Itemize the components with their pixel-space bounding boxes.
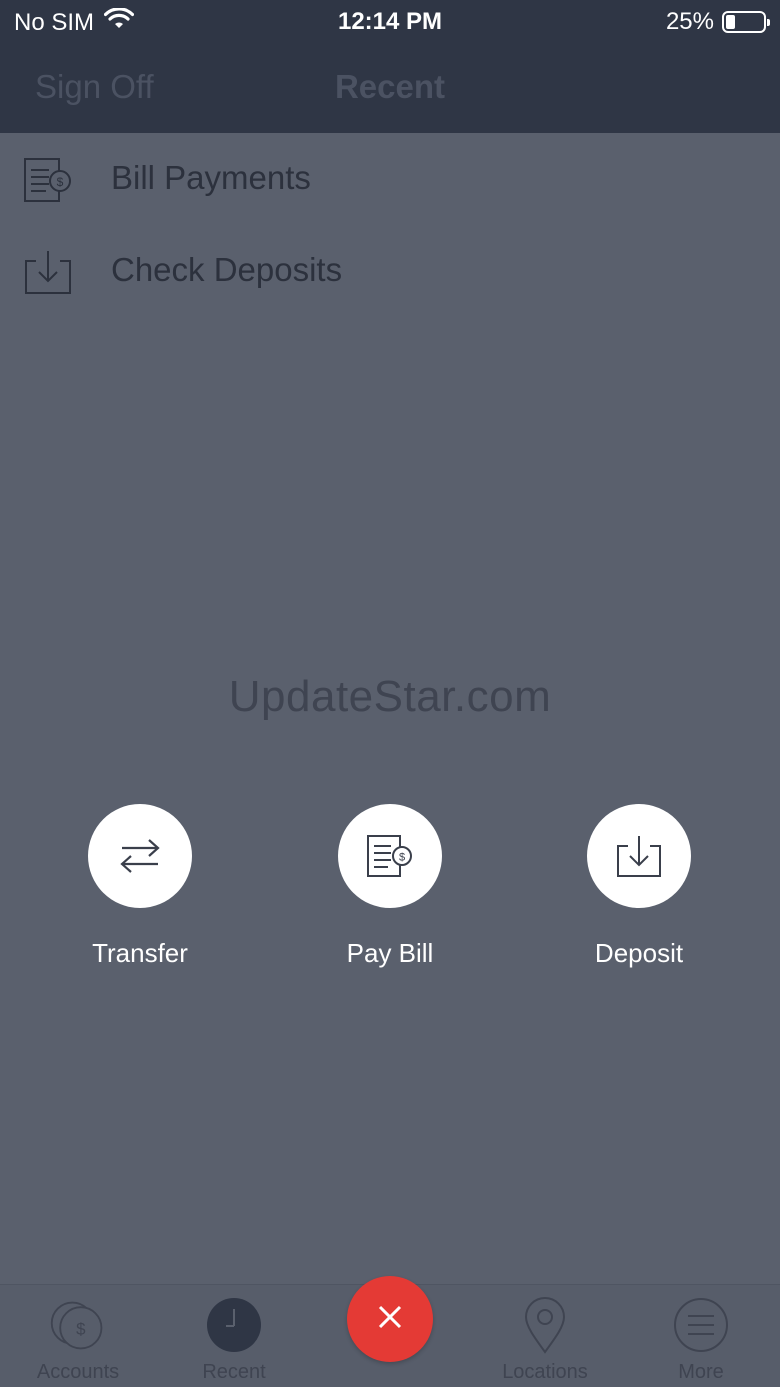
menu-icon [671,1295,731,1355]
deposit-label: Deposit [594,938,684,968]
pay-bill-button[interactable]: $ Pay Bill [310,804,470,969]
deposit-button[interactable]: Deposit [559,804,719,969]
watermark: UpdateStar.com [228,672,552,721]
battery-icon [722,11,770,33]
bill-icon: $ [338,804,442,908]
deposit-icon [587,804,691,908]
status-bar: No SIM 12:14 PM 25% [0,0,780,44]
tab-label: More [678,1361,724,1383]
transfer-button[interactable]: Transfer [60,804,220,969]
transfer-label: Transfer [92,938,188,968]
transfer-icon [88,804,192,908]
quick-actions: Transfer $ Pay Bill Deposit [0,804,780,984]
svg-text:$: $ [399,852,405,864]
battery-percent: 25% [665,8,714,35]
clock-icon [204,1295,264,1355]
bill-icon: $ [22,155,74,205]
list-item-label: Bill Payments [111,159,311,196]
tab-label: Recent [202,1361,266,1383]
accounts-icon: $ [48,1295,108,1355]
tab-accounts[interactable]: $ Accounts [0,1295,156,1384]
list-item-bill-payments[interactable]: $ Bill Payments [0,133,780,225]
close-icon [377,1304,403,1335]
page-title: Recent [334,68,446,105]
tab-label: Locations [502,1361,588,1383]
nav-header: Sign Off Recent [0,44,780,133]
deposit-icon [22,247,74,297]
tab-locations[interactable]: Locations [467,1295,623,1384]
status-time: 12:14 PM [337,8,443,35]
close-button[interactable] [347,1276,433,1362]
status-right: 25% [665,8,770,36]
list-item-check-deposits[interactable]: Check Deposits [0,225,780,317]
pay-bill-label: Pay Bill [346,938,434,968]
svg-text:$: $ [76,1319,86,1338]
tab-label: Accounts [36,1361,120,1383]
location-pin-icon [515,1295,575,1355]
recent-list: $ Bill Payments Check Deposits [0,133,780,317]
tab-recent[interactable]: Recent [156,1295,312,1384]
list-item-label: Check Deposits [111,251,343,288]
svg-text:$: $ [57,175,64,189]
tab-more[interactable]: More [623,1295,779,1384]
